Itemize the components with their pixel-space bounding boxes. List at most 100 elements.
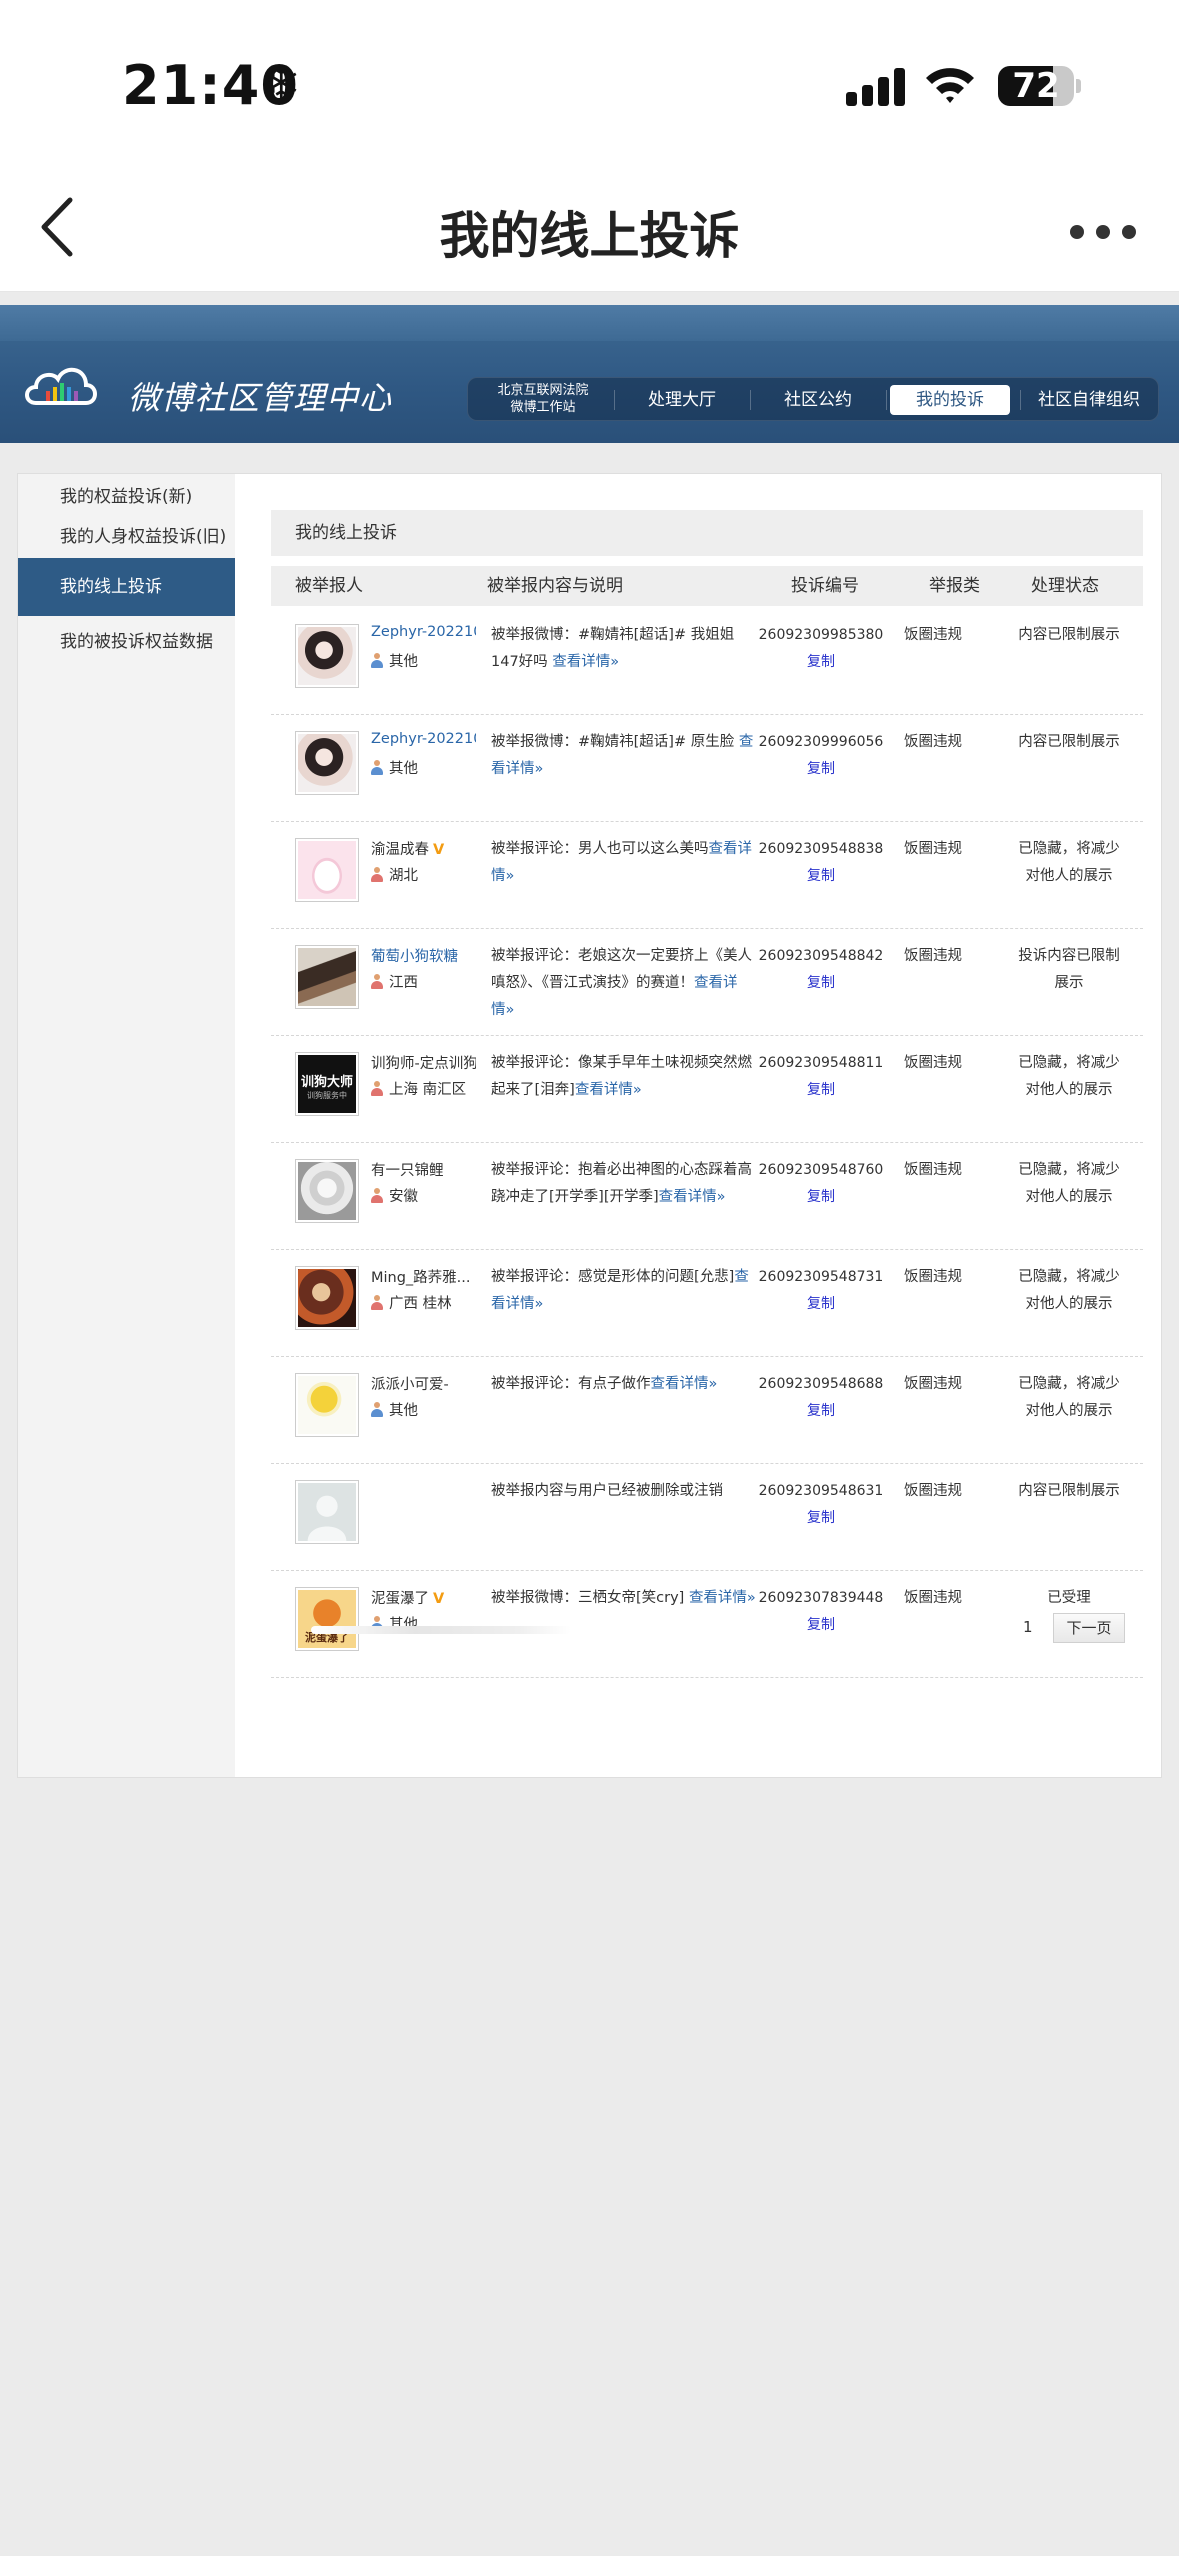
sidebar-item-personal-rights-old[interactable]: 我的人身权益投诉(旧) [18,520,235,554]
copy-button[interactable]: 复制 [757,1184,885,1211]
reported-user-name[interactable]: 渝温成春 V [371,838,476,859]
report-type: 饭圈违规 [904,948,962,964]
status-text: 已隐藏，将减少对他人的展示 [1018,1376,1120,1419]
view-details-link[interactable]: 查看详情» [659,1189,726,1205]
complaint-code: 26092309548760 复制 [757,1157,885,1211]
table-row: 被举报内容与用户已经被删除或注销 26092309548631 复制 饭圈违规 内… [271,1464,1143,1571]
report-description: 被举报评论：感觉是形体的问题[允悲]查看详情» [491,1264,756,1318]
location-text: 其他 [389,654,418,670]
description-text: 被举报内容与用户已经被删除或注销 [491,1483,723,1499]
view-details-link[interactable]: 查看详情» [575,1082,642,1098]
reported-user-name[interactable]: Zephyr-202210 [371,731,476,747]
copy-button[interactable]: 复制 [757,970,885,997]
reported-user-name[interactable]: Zephyr-202210 [371,624,476,640]
verified-badge-icon: V [433,842,445,858]
status-text: 已受理 [1047,1590,1091,1606]
report-type: 饭圈违规 [904,627,962,643]
female-user-icon [371,1188,383,1203]
more-icon[interactable] [1068,220,1138,244]
table-row: 有一只锦鲤 安徽 被举报评论：抱着必出神图的心态踩着高跷冲走了[开学季][开学季… [271,1143,1143,1250]
code-text: 26092309548631 [758,1483,884,1499]
report-type: 饭圈违规 [904,1590,962,1606]
table-row: 葡萄小狗软糖 江西 被举报评论：老娘这次一定要挤上《美人嗔怒》、《晋江式演技》的… [271,929,1143,1036]
column-header-code: 投诉编号 [791,576,859,596]
location-text: 安徽 [389,1189,418,1205]
next-page-button[interactable]: 下一页 [1053,1613,1125,1643]
avatar[interactable] [295,731,359,795]
table-header: 被举报人 被举报内容与说明 投诉编号 举报类 处理状态 [271,566,1143,606]
reported-user-name[interactable]: 有一只锦鲤 [371,1159,476,1180]
avatar[interactable] [295,1480,359,1544]
copy-button[interactable]: 复制 [757,756,885,783]
report-type: 饭圈违规 [904,1483,962,1499]
report-description: 被举报内容与用户已经被删除或注销 [491,1478,756,1505]
report-type: 饭圈违规 [904,734,962,750]
table-row: 派派小可爱- 其他 被举报评论：有点子做作查看详情» 2609230954868… [271,1357,1143,1464]
reported-user-name[interactable]: 泥蛋瀑了 V [371,1587,476,1608]
report-type: 饭圈违规 [904,1269,962,1285]
current-page[interactable]: 1 [1023,1618,1033,1636]
complaint-code: 26092309548631 复制 [757,1478,885,1532]
status-text: 内容已限制展示 [1018,734,1120,750]
copy-button[interactable]: 复制 [757,863,885,890]
sidebar: 我的权益投诉(新) 我的人身权益投诉(旧) 我的线上投诉 我的被投诉权益数据 [18,474,235,1777]
reported-user-name[interactable]: Ming_路荞雅... [371,1266,476,1287]
avatar[interactable] [295,838,359,902]
tab-community-convention[interactable]: 社区公约 [754,385,882,415]
view-details-link[interactable]: 查看详情» [651,1376,718,1392]
copy-button[interactable]: 复制 [757,1398,885,1425]
complaint-code: 26092309548731 复制 [757,1264,885,1318]
tab-my-complaints[interactable]: 我的投诉 [890,385,1010,415]
female-user-icon [371,867,383,882]
copy-button[interactable]: 复制 [757,1077,885,1104]
sidebar-item-online-complaints[interactable]: 我的线上投诉 [18,558,235,616]
code-text: 26092307839448 [758,1590,884,1606]
status-text: 内容已限制展示 [1018,1483,1120,1499]
tab-self-regulation[interactable]: 社区自律组织 [1024,385,1154,415]
complaint-code: 26092309548688 复制 [757,1371,885,1425]
court-station-link[interactable]: 北京互联网法院 微博工作站 [478,382,608,416]
reported-user-name[interactable]: 训狗师-定点训狗 [371,1052,476,1073]
view-details-link[interactable]: 查看详情» [552,654,619,670]
reported-user-name[interactable]: 派派小可爱- [371,1373,476,1394]
report-type: 饭圈违规 [904,1376,962,1392]
nav-divider [614,390,615,410]
brand-name: 微博社区管理中心 [128,379,393,417]
sidebar-item-rights-new[interactable]: 我的权益投诉(新) [18,480,235,514]
verified-badge-icon: V [433,1591,445,1607]
battery-icon: 72 [998,66,1074,106]
table-row: 训狗大师 训狗服务中 训狗师-定点训狗 上海 南汇区 被举报评论：像某手早年土味… [271,1036,1143,1143]
report-description: 被举报微博：#鞠婧祎[超话]# 原生脸 查看详情» [491,729,756,783]
reported-user-name[interactable]: 葡萄小狗软糖 [371,945,476,966]
avatar[interactable] [295,1266,359,1330]
avatar[interactable] [295,624,359,688]
description-text: 被举报微博：三栖女帝[笑cry] [491,1590,689,1606]
view-details-link[interactable]: 查看详情» [689,1590,756,1606]
nav-divider [1020,390,1021,410]
avatar[interactable] [295,945,359,1009]
complaint-code: 26092309548838 复制 [757,836,885,890]
report-type: 饭圈违规 [904,1162,962,1178]
sidebar-item-complained-data[interactable]: 我的被投诉权益数据 [18,620,235,664]
avatar[interactable] [295,1159,359,1223]
cellular-signal-icon [846,66,906,106]
code-text: 26092309548842 [758,948,884,964]
nav-bar: 我的线上投诉 [0,170,1179,292]
report-description: 被举报评论：像某手早年土味视频突然燃起来了[泪奔]查看详情» [491,1050,756,1104]
tab-processing-hall[interactable]: 处理大厅 [618,385,746,415]
column-header-reported-user: 被举报人 [295,576,363,596]
description-text: 被举报评论：有点子做作 [491,1376,651,1392]
status-text: 已隐藏，将减少对他人的展示 [1018,1269,1120,1312]
blurred-text [311,1626,571,1634]
header-nav: 北京互联网法院 微博工作站 处理大厅 社区公约 我的投诉 社区自律组织 [467,377,1159,421]
avatar[interactable] [295,1373,359,1437]
code-text: 26092309985380 [758,627,884,643]
reported-user-location: 其他 [371,1399,418,1420]
avatar[interactable]: 训狗大师 训狗服务中 [295,1052,359,1116]
description-text: 被举报评论：男人也可以这么美吗 [491,841,709,857]
copy-button[interactable]: 复制 [757,1505,885,1532]
code-text: 26092309996056 [758,734,884,750]
copy-button[interactable]: 复制 [757,649,885,676]
copy-button[interactable]: 复制 [757,1291,885,1318]
column-header-status: 处理状态 [1031,576,1099,596]
